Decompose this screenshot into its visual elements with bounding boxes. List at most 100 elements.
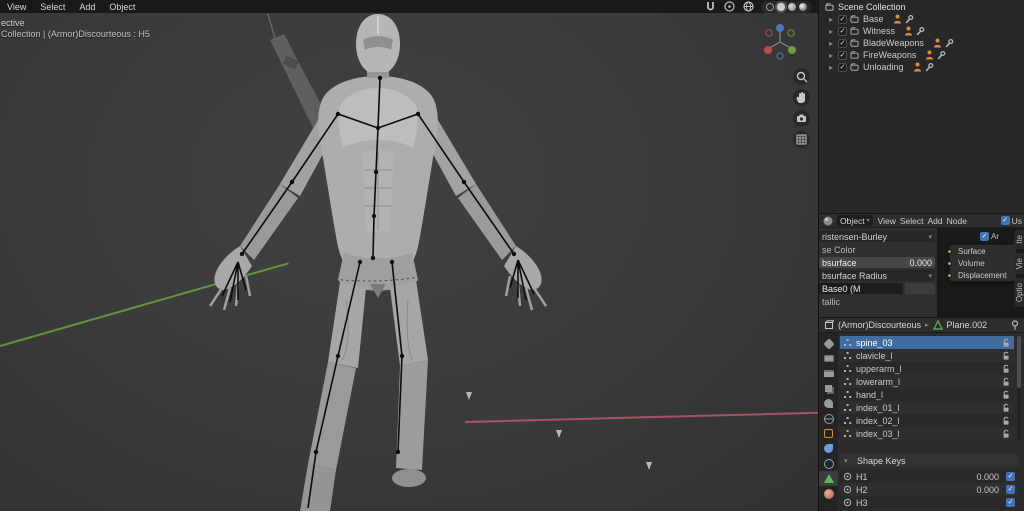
falloff-dropdown[interactable]: ristensen-Burley ▾ bbox=[819, 231, 935, 242]
pin-icon[interactable] bbox=[1010, 319, 1020, 331]
expand-arrow-icon[interactable]: ▸ bbox=[829, 63, 838, 72]
shader-menu-item[interactable]: Node bbox=[945, 216, 969, 226]
shader-type-dropdown[interactable]: Object ▾ bbox=[837, 215, 873, 226]
camera-view-button[interactable] bbox=[793, 110, 810, 127]
vertex-groups-scrollbar[interactable] bbox=[1017, 336, 1021, 440]
rendered-shading-icon[interactable] bbox=[799, 2, 807, 11]
expand-arrow-icon[interactable]: ▸ bbox=[829, 15, 838, 24]
shape-key-value[interactable]: 0.000 bbox=[976, 472, 999, 482]
expand-arrow-icon[interactable]: ▸ bbox=[829, 51, 838, 60]
collection-checkbox[interactable]: ✓ bbox=[838, 50, 847, 60]
shape-key-checkbox[interactable]: ✓ bbox=[1006, 485, 1015, 494]
lock-open-icon[interactable] bbox=[1001, 338, 1011, 348]
outliner-item-row[interactable]: ▸ ✓ FireWeapons bbox=[819, 49, 1024, 61]
tab-world[interactable] bbox=[819, 411, 838, 426]
shape-keys-panel-header[interactable]: ▾ Shape Keys bbox=[840, 454, 1018, 467]
outliner-item-row[interactable]: ▸ ✓ Base bbox=[819, 13, 1024, 25]
shape-key-checkbox[interactable]: ✓ bbox=[1006, 498, 1015, 507]
sidebar-tab[interactable]: Optio bbox=[1014, 278, 1024, 308]
tab-tool[interactable] bbox=[819, 336, 838, 351]
lock-open-icon[interactable] bbox=[1001, 416, 1011, 426]
tab-material[interactable] bbox=[819, 486, 838, 501]
zoom-button[interactable] bbox=[793, 68, 810, 85]
shape-key-value[interactable]: 0.000 bbox=[976, 485, 999, 495]
subsurface-radius-dropdown[interactable]: bsurface Radius ▾ bbox=[819, 270, 935, 281]
material-extra-field[interactable] bbox=[905, 283, 935, 294]
vertex-group-row[interactable]: spine_03 bbox=[840, 336, 1014, 349]
vertex-group-row[interactable]: hand_l bbox=[840, 388, 1014, 401]
collection-checkbox[interactable]: ✓ bbox=[838, 62, 847, 72]
node-overlay-checkbox[interactable]: ✓ bbox=[980, 232, 989, 241]
outliner-item-row[interactable]: ▸ ✓ BladeWeapons bbox=[819, 37, 1024, 49]
shape-key-checkbox[interactable]: ✓ bbox=[1006, 472, 1015, 481]
shape-key-row[interactable]: H2 0.000 ✓ bbox=[840, 483, 1018, 496]
collection-checkbox[interactable]: ✓ bbox=[838, 26, 847, 36]
node-socket-row[interactable]: Displacement bbox=[947, 269, 1016, 281]
shader-menu-item[interactable]: Add bbox=[926, 216, 945, 226]
collection-checkbox[interactable]: ✓ bbox=[838, 14, 847, 24]
vertex-group-row[interactable]: upperarm_l bbox=[840, 362, 1014, 375]
expand-arrow-icon[interactable]: ▸ bbox=[829, 27, 838, 36]
viewport-menu-item[interactable]: View bbox=[0, 2, 33, 12]
empty-object[interactable] bbox=[646, 462, 652, 470]
navigation-gizmo[interactable] bbox=[758, 20, 802, 64]
node-overlay-toggle[interactable]: ✓ Ar bbox=[980, 232, 999, 241]
vertex-group-row[interactable]: index_01_l bbox=[840, 401, 1014, 414]
3d-viewport[interactable]: View Select Add Object ective Collection… bbox=[0, 0, 818, 511]
viewport-menu-item[interactable]: Add bbox=[72, 2, 102, 12]
outliner-item-row[interactable]: ▸ ✓ Unloading bbox=[819, 61, 1024, 73]
shape-key-row[interactable]: H3 ✓ bbox=[840, 496, 1018, 509]
lock-open-icon[interactable] bbox=[1001, 351, 1011, 361]
lock-open-icon[interactable] bbox=[1001, 364, 1011, 374]
vertex-group-row[interactable]: clavicle_l bbox=[840, 349, 1014, 362]
tab-physics[interactable] bbox=[819, 456, 838, 471]
tab-render[interactable] bbox=[819, 351, 838, 366]
tab-output[interactable] bbox=[819, 366, 838, 381]
node-socket-icon[interactable] bbox=[947, 261, 952, 266]
subsurface-slider[interactable]: bsurface 0.000 bbox=[819, 257, 935, 268]
shader-editor-icon[interactable] bbox=[822, 215, 834, 227]
tab-object-data[interactable] bbox=[819, 471, 838, 486]
toggle-ortho-button[interactable] bbox=[793, 131, 810, 148]
node-socket-row[interactable]: Volume bbox=[947, 257, 1016, 269]
tab-modifiers[interactable] bbox=[819, 441, 838, 456]
vertex-group-row[interactable]: index_03_l bbox=[840, 427, 1014, 440]
lock-open-icon[interactable] bbox=[1001, 403, 1011, 413]
shader-menu-item[interactable]: View bbox=[876, 216, 898, 226]
tab-view-layer[interactable] bbox=[819, 381, 838, 396]
node-socket-icon[interactable] bbox=[947, 249, 952, 254]
vertex-group-row[interactable]: lowerarm_l bbox=[840, 375, 1014, 388]
outliner-item-row[interactable]: ▸ ✓ Witness bbox=[819, 25, 1024, 37]
snap-magnet-icon[interactable] bbox=[704, 0, 717, 13]
tab-scene[interactable] bbox=[819, 396, 838, 411]
scene-collection-row[interactable]: Scene Collection bbox=[819, 0, 1024, 13]
proportional-edit-icon[interactable] bbox=[723, 0, 736, 13]
lock-open-icon[interactable] bbox=[1001, 390, 1011, 400]
sidebar-tab[interactable]: Ite bbox=[1014, 230, 1024, 249]
use-nodes-checkbox[interactable]: ✓ bbox=[1000, 216, 1010, 225]
vertex-group-row[interactable]: index_02_l bbox=[840, 414, 1014, 427]
shading-mode-switcher[interactable] bbox=[761, 0, 812, 13]
node-socket-row[interactable]: Surface bbox=[947, 245, 1016, 257]
collection-checkbox[interactable]: ✓ bbox=[838, 38, 847, 48]
sidebar-tab[interactable]: Vie bbox=[1014, 252, 1024, 275]
viewport-menu-item[interactable]: Select bbox=[33, 2, 72, 12]
material-output-node[interactable]: Surface Volume Displacement bbox=[947, 244, 1017, 282]
lock-open-icon[interactable] bbox=[1001, 377, 1011, 387]
use-nodes-toggle[interactable]: ✓ Us bbox=[1000, 216, 1022, 226]
lock-open-icon[interactable] bbox=[1001, 429, 1011, 439]
viewport-menu-item[interactable]: Object bbox=[102, 2, 142, 12]
shape-key-row[interactable]: H1 0.000 ✓ bbox=[840, 470, 1018, 483]
transform-orientation-icon[interactable] bbox=[742, 0, 755, 13]
pan-button[interactable] bbox=[793, 89, 810, 106]
material-name-input[interactable]: Base0 (M bbox=[819, 283, 903, 294]
node-socket-icon[interactable] bbox=[947, 273, 952, 278]
material-shading-icon[interactable] bbox=[788, 2, 796, 11]
tab-object[interactable] bbox=[819, 426, 838, 441]
wireframe-shading-icon[interactable] bbox=[766, 2, 774, 11]
expand-arrow-icon[interactable]: ▸ bbox=[829, 39, 838, 48]
character-model[interactable] bbox=[180, 0, 600, 511]
shader-menu-item[interactable]: Select bbox=[898, 216, 926, 226]
solid-shading-icon[interactable] bbox=[777, 2, 785, 11]
node-editor-canvas[interactable]: ✓ Ar Surface Volume Displacement Ite Vie… bbox=[937, 228, 1024, 317]
